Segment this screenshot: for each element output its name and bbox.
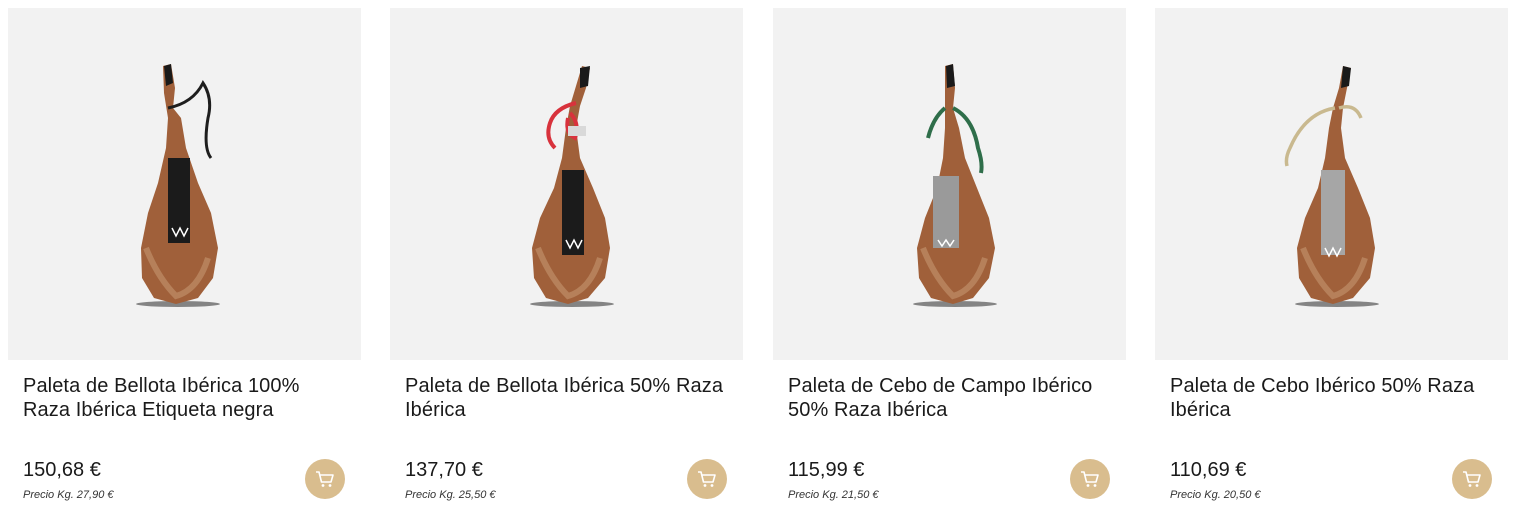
product-price-per-kg: Precio Kg. 25,50 € bbox=[405, 489, 496, 501]
product-price-per-kg: Precio Kg. 21,50 € bbox=[788, 489, 879, 501]
cart-icon bbox=[316, 471, 334, 487]
product-image[interactable] bbox=[773, 8, 1126, 360]
product-grid: Paleta de Bellota Ibérica 100% Raza Ibér… bbox=[0, 0, 1518, 523]
product-title[interactable]: Paleta de Bellota Ibérica 50% Raza Ibéri… bbox=[405, 374, 730, 422]
add-to-cart-button[interactable] bbox=[687, 459, 727, 499]
product-price: 110,69 € bbox=[1170, 459, 1247, 481]
product-card: Paleta de Bellota Ibérica 100% Raza Ibér… bbox=[8, 8, 361, 518]
product-title[interactable]: Paleta de Cebo Ibérico 50% Raza Ibérica bbox=[1170, 374, 1495, 422]
product-card: Paleta de Cebo de Campo Ibérico 50% Raza… bbox=[773, 8, 1126, 518]
product-price: 150,68 € bbox=[23, 459, 101, 481]
product-image[interactable] bbox=[8, 8, 361, 360]
product-price: 115,99 € bbox=[788, 459, 865, 481]
ham-illustration bbox=[1284, 66, 1379, 307]
add-to-cart-button[interactable] bbox=[1452, 459, 1492, 499]
ham-illustration bbox=[913, 64, 997, 307]
cart-icon bbox=[1081, 471, 1099, 487]
cart-icon bbox=[1463, 471, 1481, 487]
ham-illustration bbox=[530, 66, 614, 307]
product-title[interactable]: Paleta de Bellota Ibérica 100% Raza Ibér… bbox=[23, 374, 348, 422]
add-to-cart-button[interactable] bbox=[1070, 459, 1110, 499]
product-image[interactable] bbox=[1155, 8, 1508, 360]
product-image[interactable] bbox=[390, 8, 743, 360]
cart-icon bbox=[698, 471, 716, 487]
product-title[interactable]: Paleta de Cebo de Campo Ibérico 50% Raza… bbox=[788, 374, 1113, 422]
ham-illustration bbox=[136, 64, 220, 307]
product-card: Paleta de Cebo Ibérico 50% Raza Ibérica … bbox=[1155, 8, 1508, 518]
add-to-cart-button[interactable] bbox=[305, 459, 345, 499]
product-price-per-kg: Precio Kg. 20,50 € bbox=[1170, 489, 1261, 501]
product-price: 137,70 € bbox=[405, 459, 483, 481]
product-price-per-kg: Precio Kg. 27,90 € bbox=[23, 489, 114, 501]
product-card: Paleta de Bellota Ibérica 50% Raza Ibéri… bbox=[390, 8, 743, 518]
